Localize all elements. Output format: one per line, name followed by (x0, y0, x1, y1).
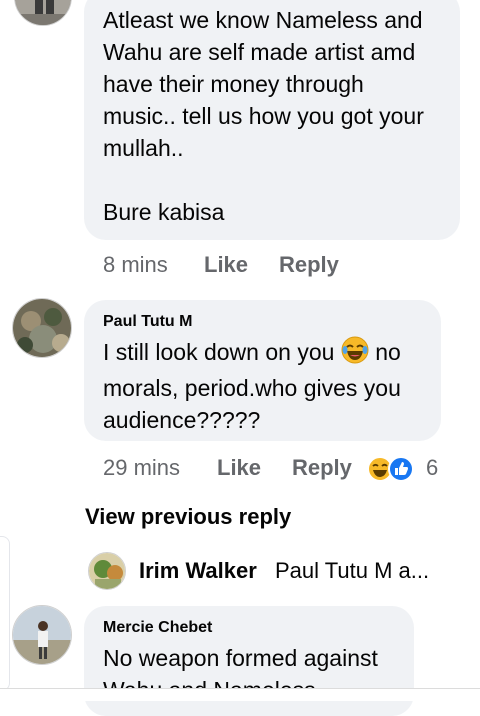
laughing-emoji-icon (341, 336, 369, 372)
reaction-count[interactable]: 6 (426, 453, 438, 483)
reply-author[interactable]: Irim Walker (139, 558, 257, 584)
like-button[interactable]: Like (217, 453, 261, 483)
thread-connector-line (0, 536, 10, 691)
reply-button[interactable]: Reply (279, 250, 339, 280)
comment-meta: 29 mins Like Reply 6 (103, 453, 463, 483)
like-reaction-icon (388, 456, 414, 482)
reply-avatar[interactable] (88, 552, 126, 590)
reply-button[interactable]: Reply (292, 453, 352, 483)
nested-reply-preview[interactable]: Irim Walker Paul Tutu M a... (88, 552, 480, 592)
comment-meta: 8 mins Like Reply (103, 250, 403, 280)
commenter-avatar[interactable] (14, 0, 72, 26)
comment-author[interactable]: Paul Tutu M (103, 312, 425, 332)
comment-bubble: Paul Tutu M I still look down on you no … (84, 300, 441, 441)
reply-snippet: Paul Tutu M a... (275, 558, 430, 583)
comment-composer-bar (0, 688, 480, 701)
comment-text: I still look down on you no morals, peri… (103, 336, 425, 436)
comment-author[interactable]: Mercie Chebet (103, 618, 398, 638)
reactions-summary[interactable] (367, 455, 419, 485)
comment-bubble: Atleast we know Nameless and Wahu are se… (84, 0, 460, 240)
comment-time: 29 mins (103, 455, 181, 480)
commenter-avatar[interactable] (12, 605, 72, 665)
view-previous-reply-link[interactable]: View previous reply (85, 504, 291, 530)
like-button[interactable]: Like (204, 250, 248, 280)
commenter-avatar[interactable] (12, 298, 72, 358)
comment-text-part: I still look down on you (103, 339, 335, 366)
comment-text: Atleast we know Nameless and Wahu are se… (103, 7, 424, 225)
comment-time: 8 mins (103, 252, 168, 277)
